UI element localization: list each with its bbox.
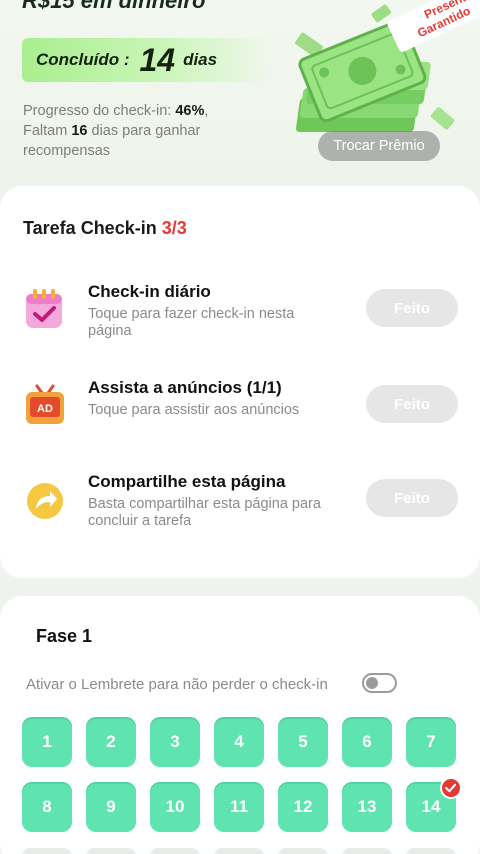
day-tile-partial [278, 848, 328, 854]
day-tile-8[interactable]: 8 [22, 782, 72, 832]
remaining-prefix: Faltam [23, 123, 72, 139]
toggle-knob [366, 677, 378, 689]
task-count: 3/3 [161, 218, 187, 238]
reward-title: R$15 em dinheiro [22, 0, 206, 13]
task-title-label: Tarefa Check-in [23, 218, 162, 238]
phase-title: Fase 1 [36, 626, 93, 646]
reminder-toggle[interactable] [362, 673, 397, 693]
task-row-share-page: Compartilhe esta página Basta compartilh… [0, 472, 480, 542]
guarantee-badge: Presente Garantido [387, 0, 480, 52]
day-tile-7[interactable]: 7 [406, 717, 456, 767]
day-tile-partial [214, 848, 264, 854]
task-done-button[interactable]: Feito [366, 289, 458, 327]
day-tile-12[interactable]: 12 [278, 782, 328, 832]
reminder-label: Ativar o Lembrete para não perder o chec… [26, 676, 328, 693]
task-row-daily-checkin: Check-in diário Toque para fazer check-i… [0, 282, 480, 352]
day-tile-partial [150, 848, 200, 854]
progress-percent: 46% [175, 103, 205, 119]
checkin-task-card: Tarefa Check-in 3/3 Check-in diário Toqu… [0, 186, 480, 578]
day-tile-partial [342, 848, 392, 854]
trade-prize-button[interactable]: Trocar Prêmio [318, 131, 440, 161]
completed-days-count: 14 [139, 41, 176, 78]
completed-label: Concluído : [36, 50, 130, 69]
progress-description: Progresso do check-in: 46%, Faltam 16 di… [23, 101, 273, 161]
task-done-button[interactable]: Feito [366, 385, 458, 423]
day-tile-11[interactable]: 11 [214, 782, 264, 832]
progress-comma: , [204, 103, 209, 119]
day-tile-13[interactable]: 13 [342, 782, 392, 832]
day-tile-2[interactable]: 2 [86, 717, 136, 767]
share-arrow-icon [27, 483, 63, 519]
day-tile-9[interactable]: 9 [86, 782, 136, 832]
task-done-button[interactable]: Feito [366, 479, 458, 517]
task-name: Check-in diário [88, 282, 211, 301]
task-name: Assista a anúncios (1/1) [88, 378, 282, 397]
day-tile-4[interactable]: 4 [214, 717, 264, 767]
day-tile-6[interactable]: 6 [342, 717, 392, 767]
task-description: Basta compartilhar esta página para conc… [88, 496, 321, 529]
calendar-check-icon [26, 289, 62, 328]
ad-tv-icon: AD [26, 384, 64, 424]
day-tile-partial [22, 848, 72, 854]
completed-days-pill: Concluído : 14 dias [22, 38, 272, 82]
svg-text:AD: AD [37, 403, 53, 415]
task-card-title: Tarefa Check-in 3/3 [23, 218, 187, 239]
day-tile-partial [406, 848, 456, 854]
completed-days-unit: dias [183, 50, 218, 69]
day-tile-10[interactable]: 10 [150, 782, 200, 832]
phase-card: Fase 1 Ativar o Lembrete para não perder… [0, 596, 480, 854]
task-description: Toque para fazer check-in nesta página [88, 306, 295, 339]
task-name: Compartilhe esta página [88, 472, 286, 491]
day-tile-3[interactable]: 3 [150, 717, 200, 767]
task-row-watch-ads: AD Assista a anúncios (1/1) Toque para a… [0, 378, 480, 448]
hero-banner: R$15 em dinheiro Concluído : 14 dias Pro… [0, 0, 480, 190]
progress-label: Progresso do check-in: [23, 103, 176, 119]
remaining-days: 16 [71, 123, 88, 139]
day-tile-1[interactable]: 1 [22, 717, 72, 767]
checked-badge-icon [440, 777, 462, 799]
day-tile-partial [86, 848, 136, 854]
day-tile-5[interactable]: 5 [278, 717, 328, 767]
task-description: Toque para assistir aos anúncios [88, 402, 300, 418]
